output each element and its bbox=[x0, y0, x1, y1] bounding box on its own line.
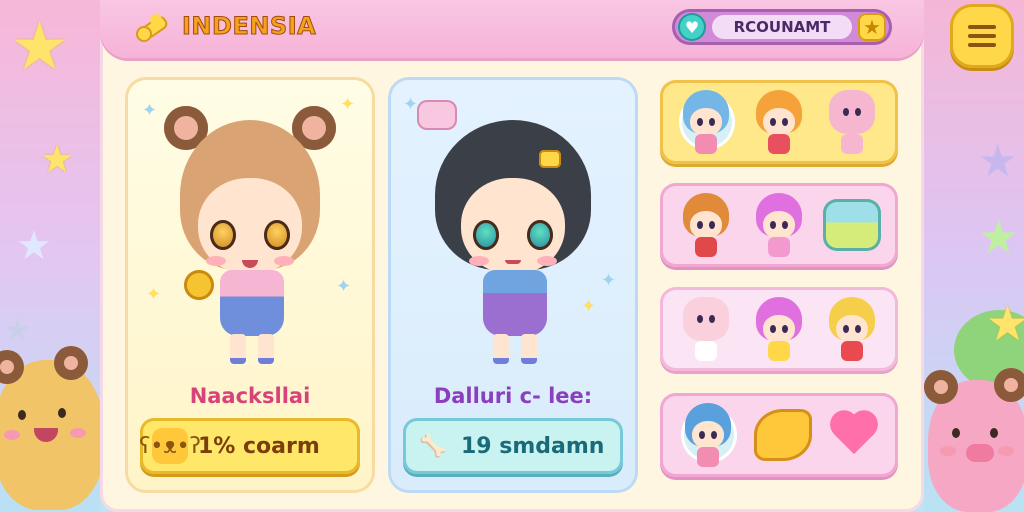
brand: INDENSIA bbox=[138, 12, 317, 41]
star-icon: ★ bbox=[10, 8, 70, 85]
character-row-1[interactable] bbox=[660, 80, 898, 164]
header-bar: INDENSIA ♥ RCOUNAMT ★ bbox=[100, 0, 924, 58]
button-label: 19 smdamn bbox=[461, 433, 605, 459]
star-icon: ★ bbox=[4, 313, 31, 348]
character-portrait: ✦ ✦ ✦ bbox=[403, 94, 617, 380]
character-2-action-button[interactable]: 🦴 19 smdamn bbox=[403, 418, 623, 474]
heart-icon: ♥ bbox=[678, 13, 706, 41]
sparkle-icon: ✦ bbox=[601, 270, 617, 291]
bear-decoration bbox=[0, 346, 104, 510]
menu-button[interactable] bbox=[950, 4, 1014, 68]
bone-icon bbox=[138, 12, 172, 40]
character-row-2[interactable] bbox=[660, 183, 898, 267]
character-row-4[interactable] bbox=[660, 393, 898, 477]
bone-icon: 🦴 bbox=[419, 433, 447, 459]
character-row-3[interactable] bbox=[660, 287, 898, 371]
star-icon: ★ bbox=[16, 223, 52, 269]
brand-title: INDENSIA bbox=[181, 12, 317, 41]
character-thumbnail[interactable] bbox=[677, 88, 736, 156]
sparkle-icon: ✦ bbox=[142, 100, 158, 121]
character-thumbnail[interactable] bbox=[679, 401, 737, 469]
star-icon: ★ bbox=[40, 137, 75, 181]
sparkle-icon: ✦ bbox=[146, 284, 162, 305]
left-decoration: ★ ★ ★ ★ bbox=[0, 0, 104, 512]
pet-thumbnail[interactable] bbox=[823, 88, 881, 156]
character-thumbnail[interactable] bbox=[750, 88, 808, 156]
character-thumbnail[interactable] bbox=[823, 295, 881, 363]
pet-icon bbox=[417, 100, 457, 130]
main-panel: INDENSIA ♥ RCOUNAMT ★ ✦ ✦ ✦ ✦ Naacksllai… bbox=[100, 0, 1014, 512]
character-card-1[interactable]: ✦ ✦ ✦ ✦ Naacksllai ʕ•ᴥ•ʔ 1% coarm bbox=[128, 80, 372, 490]
sparkle-icon: ✦ bbox=[340, 94, 356, 115]
star-icon: ★ bbox=[858, 13, 886, 41]
account-label: RCOUNAMT bbox=[712, 15, 852, 39]
sparkle-icon: ✦ bbox=[336, 276, 352, 297]
character-card-2[interactable]: ✦ ✦ ✦ Dalluri c- lee: 🦴 19 smdamn bbox=[391, 80, 635, 490]
star-icon: ★ bbox=[978, 136, 1018, 187]
character-thumbnail[interactable] bbox=[750, 191, 808, 259]
character-portrait: ✦ ✦ ✦ ✦ bbox=[142, 94, 355, 380]
sparkle-icon: ✦ bbox=[581, 296, 597, 317]
cookie-icon bbox=[184, 270, 214, 300]
pet-thumbnail[interactable] bbox=[677, 295, 735, 363]
sparkle-icon: ✦ bbox=[403, 94, 419, 115]
right-decoration: ★ ★ ★ bbox=[924, 0, 1024, 512]
bear-icon: ʕ•ᴥ•ʔ bbox=[139, 428, 201, 464]
star-icon: ★ bbox=[978, 210, 1020, 264]
character-name: Naacksllai bbox=[189, 384, 311, 408]
hair-clip-icon bbox=[539, 150, 561, 168]
character-thumbnail[interactable] bbox=[677, 191, 735, 259]
account-button[interactable]: ♥ RCOUNAMT ★ bbox=[672, 9, 892, 45]
candy-item-icon[interactable] bbox=[753, 409, 812, 461]
button-label: 1% coarm bbox=[198, 433, 320, 459]
character-thumbnail[interactable] bbox=[750, 295, 808, 363]
heart-icon[interactable] bbox=[829, 412, 879, 458]
pink-bear-decoration bbox=[924, 368, 1024, 512]
character-name: Dalluri c- lee: bbox=[433, 384, 593, 408]
character-1-action-button[interactable]: ʕ•ᴥ•ʔ 1% coarm bbox=[139, 418, 360, 474]
star-icon: ★ bbox=[986, 296, 1024, 352]
cake-item-icon[interactable] bbox=[822, 199, 881, 251]
hamburger-menu-icon bbox=[968, 25, 996, 29]
